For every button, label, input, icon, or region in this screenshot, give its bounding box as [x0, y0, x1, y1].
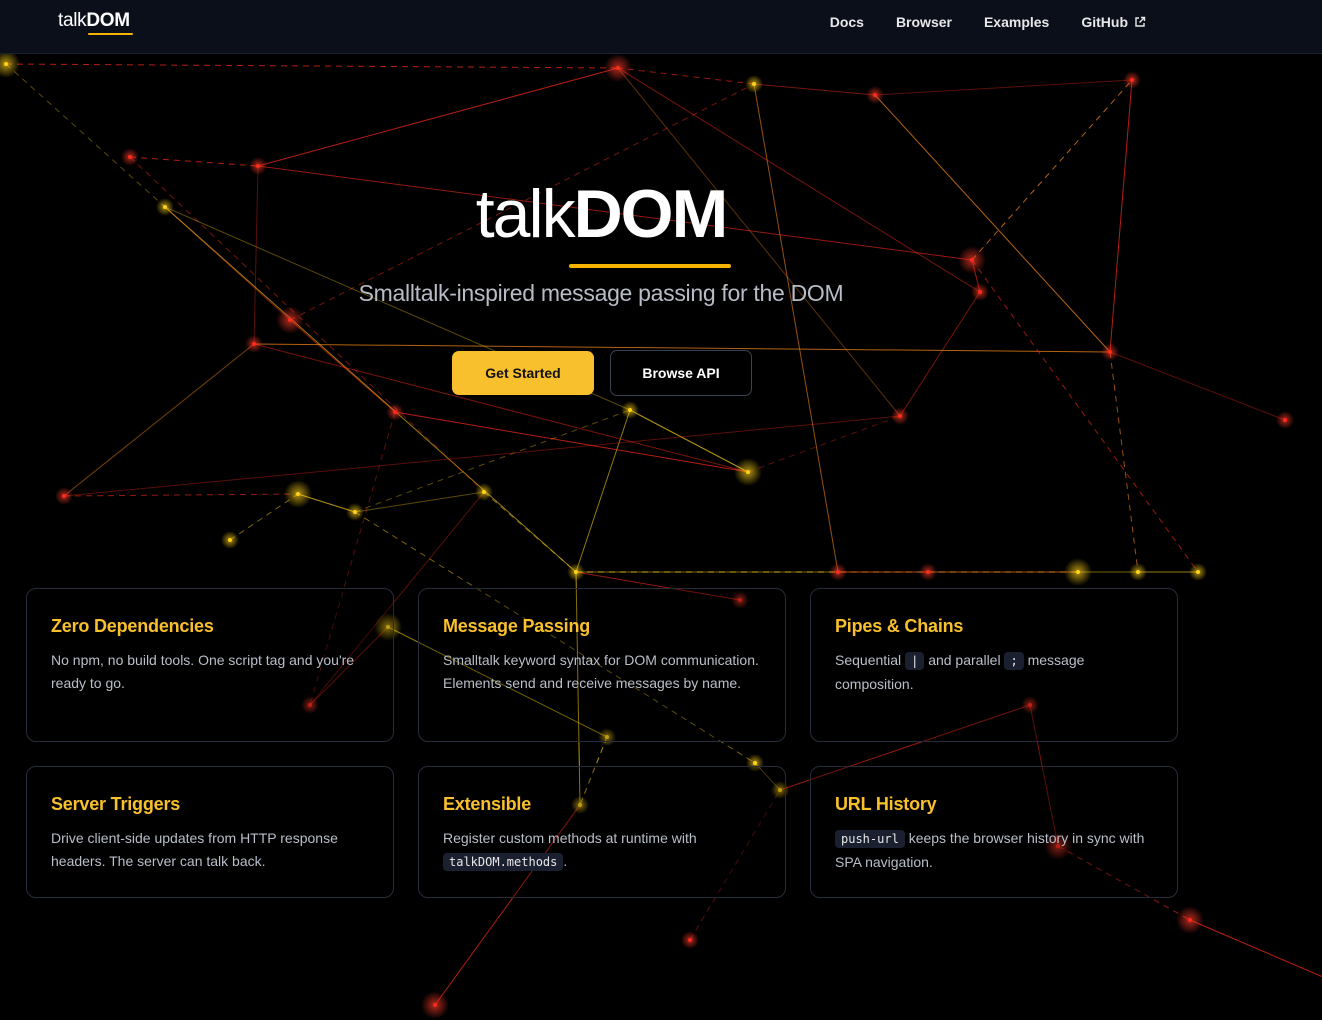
network-node [1108, 350, 1112, 354]
get-started-button[interactable]: Get Started [452, 351, 594, 395]
network-node [873, 93, 877, 97]
network-node [288, 318, 292, 322]
network-edge [354, 491, 485, 513]
network-edge [394, 411, 749, 473]
feature-title: Server Triggers [51, 794, 181, 814]
hero-title: talkDOM [0, 180, 1202, 248]
network-edge [5, 63, 619, 69]
feature-card-zero-dependencies: Zero Dependencies No npm, no build tools… [26, 588, 394, 742]
hero-title-underline [569, 264, 731, 268]
feature-description: Sequential | and parallel ; message comp… [835, 649, 1153, 696]
network-edge [354, 409, 631, 513]
feature-title: Extensible [443, 794, 532, 814]
methods-code: talkDOM.methods [443, 853, 564, 871]
network-node [256, 164, 260, 168]
main-nav: Docs Browser Examples GitHub [830, 14, 1146, 30]
network-node [482, 490, 486, 494]
network-edge [874, 79, 1133, 96]
network-node [1076, 570, 1080, 574]
network-node [393, 410, 397, 414]
feature-description: Smalltalk keyword syntax for DOM communi… [443, 652, 759, 691]
feature-description: Drive client-side updates from HTTP resp… [51, 830, 338, 869]
feature-card-pipes-chains: Pipes & Chains Sequential | and parallel… [810, 588, 1178, 742]
network-edge [1109, 351, 1286, 421]
network-node [353, 510, 357, 514]
nav-link-github-label: GitHub [1081, 14, 1128, 30]
feature-title: URL History [835, 794, 937, 814]
feature-description: push-url keeps the browser history in sy… [835, 827, 1153, 874]
network-node [4, 62, 8, 66]
hero-subtitle: Smalltalk-inspired message passing for t… [358, 280, 844, 306]
feature-description: Register custom methods at runtime with t… [443, 827, 761, 874]
network-node [898, 414, 902, 418]
network-edge [1189, 919, 1322, 978]
network-edge [629, 409, 749, 473]
network-node [1196, 570, 1200, 574]
top-navigation-bar: talkDOM Docs Browser Examples GitHub [0, 0, 1322, 54]
network-node [1283, 418, 1287, 422]
feature-title: Message Passing [443, 616, 591, 636]
feature-grid: Zero Dependencies No npm, no build tools… [26, 588, 1178, 898]
feature-text: and parallel [928, 652, 1001, 668]
hero-title-light: talk [475, 176, 576, 252]
pipe-operator-code: | [905, 652, 925, 670]
network-edge [129, 156, 259, 167]
network-node [752, 82, 756, 86]
network-edge [289, 319, 396, 413]
browse-api-button[interactable]: Browse API [610, 350, 752, 396]
network-node [128, 155, 132, 159]
network-node [433, 1003, 437, 1007]
network-node [228, 538, 232, 542]
network-node [296, 492, 300, 496]
network-edge [63, 493, 299, 497]
network-node [836, 570, 840, 574]
feature-card-message-passing: Message Passing Smalltalk keyword syntax… [418, 588, 786, 742]
external-link-icon [1135, 16, 1146, 27]
brand-bold-text: DOM [86, 10, 130, 31]
nav-link-browser[interactable]: Browser [896, 14, 952, 30]
nav-link-docs[interactable]: Docs [830, 14, 864, 30]
hero-title-bold: DOM [573, 176, 729, 252]
nav-link-github[interactable]: GitHub [1081, 14, 1146, 30]
network-edge [753, 83, 876, 96]
feature-text: Register custom methods at runtime with [443, 830, 697, 846]
network-node [688, 938, 692, 942]
network-node [1188, 918, 1192, 922]
network-node [1130, 78, 1134, 82]
feature-description: No npm, no build tools. One script tag a… [51, 652, 355, 691]
network-edge [617, 67, 755, 85]
feature-card-server-triggers: Server Triggers Drive client-side update… [26, 766, 394, 898]
network-edge [753, 83, 839, 573]
network-node [62, 494, 66, 498]
brand-light-text: talk [58, 10, 87, 31]
network-edge [899, 291, 981, 417]
network-edge [63, 343, 255, 497]
nav-link-examples[interactable]: Examples [984, 14, 1049, 30]
network-node [616, 66, 620, 70]
feature-card-extensible: Extensible Register custom methods at ru… [418, 766, 786, 898]
feature-card-url-history: URL History push-url keeps the browser h… [810, 766, 1178, 898]
brand-underline [88, 33, 133, 35]
feature-title: Zero Dependencies [51, 616, 214, 636]
network-node [1136, 570, 1140, 574]
network-edge [747, 415, 901, 473]
feature-title: Pipes & Chains [835, 616, 964, 636]
network-edge [1109, 351, 1139, 573]
network-node [628, 408, 632, 412]
network-node [926, 570, 930, 574]
network-node [574, 570, 578, 574]
network-node [252, 342, 256, 346]
network-node [746, 470, 750, 474]
brand-logo[interactable]: talkDOM [58, 10, 130, 32]
feature-text: . [563, 853, 568, 869]
network-node [970, 258, 974, 262]
push-url-code: push-url [835, 830, 905, 848]
parallel-operator-code: ; [1004, 652, 1024, 670]
network-edge [257, 67, 619, 167]
feature-text: Sequential [835, 652, 902, 668]
